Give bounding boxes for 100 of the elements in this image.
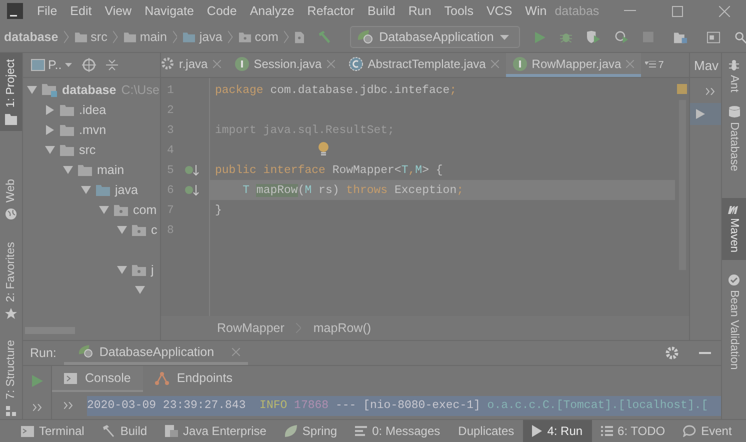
breadcrumb-item[interactable]: database — [4, 30, 58, 44]
close-icon[interactable] — [326, 60, 335, 68]
tree-item[interactable]: src — [79, 143, 96, 157]
tree-item[interactable]: main — [97, 163, 124, 177]
console-tab[interactable]: Endpoints — [142, 366, 244, 392]
close-icon[interactable] — [232, 348, 240, 356]
menu-item[interactable]: File — [30, 4, 64, 18]
collapse-all-icon[interactable] — [106, 59, 118, 71]
editor-tab[interactable]: Session.java — [228, 53, 342, 77]
tree-item[interactable]: .idea — [79, 103, 106, 117]
console-tab[interactable]: Console — [52, 366, 143, 392]
tree-item[interactable]: com — [133, 203, 157, 217]
breadcrumb-item[interactable]: com — [254, 30, 278, 44]
window-icon[interactable] — [706, 30, 720, 44]
folder-grid-icon[interactable] — [674, 30, 687, 44]
breadcrumb-item[interactable]: src — [90, 30, 108, 44]
file-icon — [294, 30, 304, 44]
run-icon[interactable] — [696, 109, 705, 119]
tool-window-tab[interactable]: Ant — [722, 53, 746, 100]
run-configuration-dropdown[interactable]: DatabaseApplication — [350, 26, 520, 48]
expand-arrow-icon[interactable] — [27, 86, 37, 94]
tool-window-button[interactable]: Java Enterprise — [156, 420, 276, 442]
tool-window-button[interactable]: 0: Messages — [346, 420, 450, 442]
close-icon[interactable] — [626, 60, 634, 68]
tool-window-tab[interactable]: Maven — [722, 198, 746, 260]
spring-boot-icon — [357, 30, 374, 44]
expand-arrow-icon[interactable] — [117, 266, 127, 274]
collapse-arrow-icon[interactable] — [45, 125, 55, 135]
tree-item[interactable]: java — [115, 183, 138, 197]
tab-overflow-button[interactable]: 7 — [645, 53, 664, 77]
more-icon[interactable] — [32, 404, 42, 410]
close-icon[interactable] — [719, 6, 730, 16]
warning-marker-icon[interactable] — [677, 84, 687, 94]
tool-window-tab[interactable]: Web — [0, 172, 22, 226]
expand-arrow-icon[interactable] — [45, 146, 55, 154]
editor-tab[interactable]: r.java — [161, 53, 228, 77]
menu-item[interactable]: Code — [200, 4, 243, 18]
implemented-method-icon[interactable] — [185, 184, 199, 196]
profiler-icon[interactable] — [615, 30, 628, 44]
tool-window-button[interactable]: Spring — [275, 420, 346, 442]
menu-item[interactable]: View — [98, 4, 138, 18]
coverage-icon[interactable] — [587, 30, 600, 44]
tree-item[interactable]: j — [151, 263, 154, 277]
chevron-icon — [64, 30, 69, 44]
folder-icon — [96, 184, 110, 196]
menu-item[interactable]: Navigate — [138, 4, 200, 18]
editor-tab[interactable]: AbstractTemplate.java — [342, 53, 506, 77]
tool-window-tab[interactable]: Database — [722, 100, 746, 180]
console-icon — [64, 372, 77, 384]
hammer-icon[interactable] — [318, 30, 332, 44]
breadcrumb-item[interactable]: java — [199, 30, 222, 44]
menu-item[interactable]: Run — [401, 4, 438, 18]
project-view-dropdown[interactable]: P.. — [31, 58, 72, 72]
chevron-icon — [113, 30, 118, 44]
editor-tab[interactable]: RowMapper.java — [506, 53, 642, 77]
chevron-icon[interactable] — [706, 88, 715, 95]
run-icon[interactable] — [32, 374, 42, 386]
menu-item[interactable]: Win — [518, 4, 553, 18]
menu-item[interactable]: VCS — [479, 4, 518, 18]
implemented-method-icon[interactable] — [185, 164, 199, 176]
breadcrumb-item[interactable]: mapRow() — [313, 321, 372, 335]
tool-window-button[interactable]: Build — [93, 420, 156, 442]
collapse-arrow-icon[interactable] — [45, 105, 55, 115]
folder-icon — [5, 114, 17, 125]
crosshair-icon[interactable] — [82, 58, 96, 72]
tool-window-tab[interactable]: 2: Favorites — [0, 236, 22, 326]
search-icon[interactable] — [734, 30, 746, 44]
expand-arrow-icon[interactable] — [135, 286, 145, 294]
tree-item[interactable]: c — [151, 223, 158, 237]
minimize-icon[interactable] — [624, 10, 636, 12]
breadcrumb-item[interactable]: main — [140, 30, 167, 44]
tool-window-tab[interactable]: Bean Validation — [722, 268, 746, 378]
menu-item[interactable]: Analyze — [242, 4, 300, 18]
tool-window-button[interactable]: Duplicates — [449, 420, 524, 442]
menu-item[interactable]: Refactor — [300, 4, 361, 18]
expand-arrow-icon[interactable] — [117, 226, 127, 234]
close-icon[interactable] — [490, 60, 499, 68]
maximize-icon[interactable] — [672, 6, 683, 16]
tool-window-button[interactable]: 4: Run — [523, 420, 592, 442]
tool-window-tab[interactable]: 1: Project — [0, 53, 22, 131]
menu-item[interactable]: Build — [360, 4, 402, 18]
tree-item[interactable]: .mvn — [79, 123, 106, 137]
lightbulb-icon[interactable] — [318, 142, 329, 156]
menu-item[interactable]: Tools — [437, 4, 480, 18]
tree-item[interactable]: database — [62, 83, 116, 97]
tool-window-button[interactable]: Event — [674, 420, 741, 442]
run-icon[interactable] — [534, 30, 546, 44]
expand-arrow-icon[interactable] — [99, 206, 109, 214]
tool-window-button[interactable]: Terminal — [12, 420, 94, 442]
breadcrumb-item[interactable]: RowMapper — [217, 321, 284, 335]
tool-window-button[interactable]: 6: TODO — [592, 420, 674, 442]
settings-icon[interactable] — [665, 346, 679, 360]
close-icon[interactable] — [212, 60, 221, 68]
caret-icon — [500, 34, 509, 40]
maven-icon — [727, 204, 741, 214]
expand-arrow-icon[interactable] — [63, 166, 73, 174]
tool-window-tab[interactable]: 7: Structure — [0, 334, 22, 423]
expand-arrow-icon[interactable] — [81, 186, 91, 194]
more-icon[interactable] — [64, 402, 73, 409]
menu-item[interactable]: Edit — [63, 4, 98, 18]
